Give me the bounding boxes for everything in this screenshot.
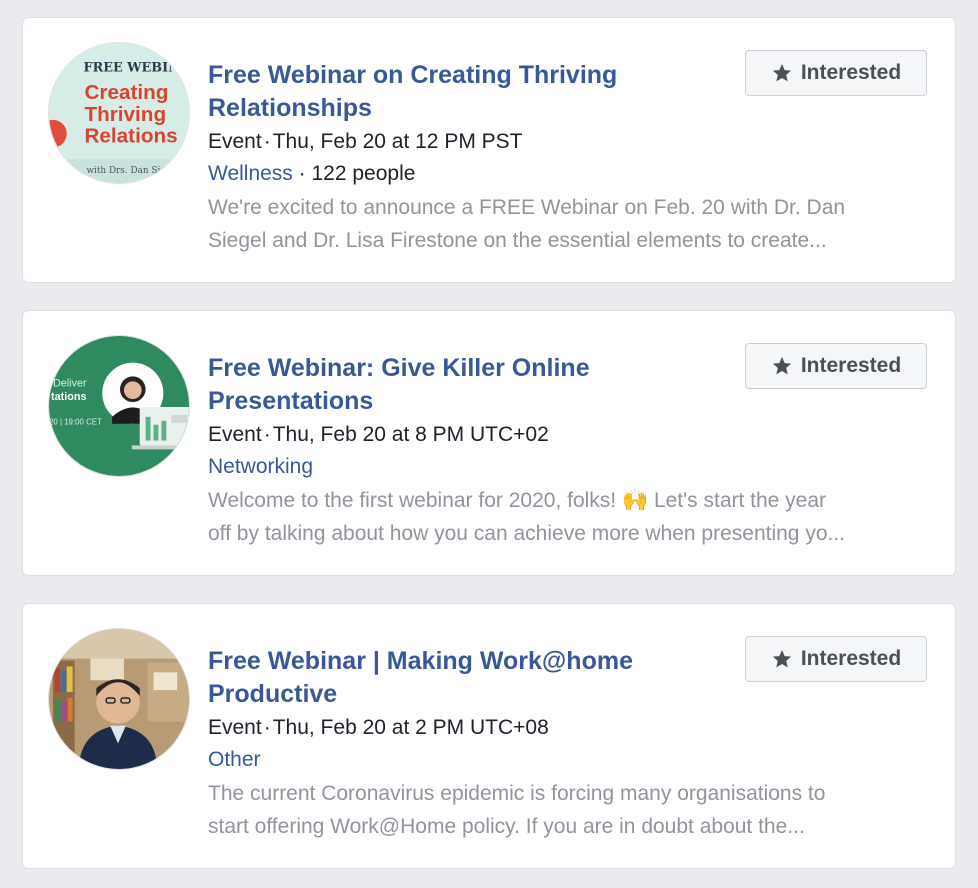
event-thumbnail[interactable]: FREE WEBINA Creating Thriving Relations … <box>48 42 190 184</box>
interested-button-label: Interested <box>800 354 902 377</box>
separator-dot: · <box>263 716 271 739</box>
event-title-link[interactable]: Free Webinar: Give Killer Online Present… <box>208 352 658 418</box>
event-date: Thu, Feb 20 at 8 PM UTC+02 <box>272 423 549 446</box>
interested-button-label: Interested <box>800 61 902 84</box>
event-category-link[interactable]: Networking <box>208 455 313 478</box>
thumb-footer-text: with Drs. Dan Siegel <box>86 166 179 176</box>
thumb-header-text: FREE WEBINA <box>84 61 189 76</box>
event-thumbnail-image: Deliver tations 20 | 19:00 CET <box>49 336 189 476</box>
event-card: Deliver tations 20 | 19:00 CET Free Webi… <box>22 310 956 576</box>
star-icon <box>772 64 791 82</box>
separator-dot: · <box>263 130 271 153</box>
event-meta: Event·Thu, Feb 20 at 8 PM UTC+02 <box>208 419 928 451</box>
event-meta: Event·Thu, Feb 20 at 12 PM PST <box>208 126 928 158</box>
event-title-link[interactable]: Free Webinar | Making Work@home Producti… <box>208 645 658 711</box>
separator-dot: · <box>263 423 271 446</box>
star-icon <box>772 357 791 375</box>
event-list: FREE WEBINA Creating Thriving Relations … <box>0 0 978 888</box>
event-thumbnail[interactable]: Deliver tations 20 | 19:00 CET <box>48 335 190 477</box>
event-description-line: We're excited to announce a FREE Webinar… <box>208 196 846 219</box>
event-description: Welcome to the first webinar for 2020, f… <box>208 484 928 550</box>
event-date: Thu, Feb 20 at 2 PM UTC+08 <box>272 716 549 739</box>
event-date: Thu, Feb 20 at 12 PM PST <box>272 130 523 153</box>
event-meta: Event·Thu, Feb 20 at 2 PM UTC+08 <box>208 712 928 744</box>
event-thumbnail-image: FREE WEBINA Creating Thriving Relations … <box>49 43 189 183</box>
thumb-line3-text: Relations <box>84 125 177 148</box>
event-description-line: start offering Work@Home policy. If you … <box>208 815 805 838</box>
thumb-line2-text: Thriving <box>84 103 166 126</box>
event-description-line: off by talking about how you can achieve… <box>208 522 846 545</box>
interested-button[interactable]: Interested <box>745 343 927 389</box>
event-category-link[interactable]: Other <box>208 748 261 771</box>
thumb-line1-text: Creating <box>84 81 168 104</box>
separator-dot: · <box>298 162 306 185</box>
interested-button[interactable]: Interested <box>745 50 927 96</box>
event-card: Free Webinar | Making Work@home Producti… <box>22 603 956 869</box>
event-type: Event <box>208 423 262 446</box>
event-category-line: Other <box>208 744 928 776</box>
event-type: Event <box>208 716 262 739</box>
star-icon <box>772 650 791 668</box>
event-category-link[interactable]: Wellness <box>208 162 293 185</box>
event-thumbnail-image <box>49 629 189 769</box>
event-description: We're excited to announce a FREE Webinar… <box>208 191 928 257</box>
interested-button[interactable]: Interested <box>745 636 927 682</box>
event-title-link[interactable]: Free Webinar on Creating Thriving Relati… <box>208 59 658 125</box>
interested-button-label: Interested <box>800 647 902 670</box>
event-category-line: Networking <box>208 451 928 483</box>
event-attendee-count: 122 people <box>311 162 416 185</box>
event-thumbnail[interactable] <box>48 628 190 770</box>
event-description-line: Welcome to the first webinar for 2020, f… <box>208 489 827 512</box>
event-description-line: Siegel and Dr. Lisa Firestone on the ess… <box>208 229 827 252</box>
event-description-line: The current Coronavirus epidemic is forc… <box>208 782 826 805</box>
event-category-line: Wellness · 122 people <box>208 158 928 190</box>
thumb-line3-text: 20 | 19:00 CET <box>49 418 102 427</box>
thumb-line1-text: Deliver <box>53 377 87 389</box>
event-description: The current Coronavirus epidemic is forc… <box>208 777 928 843</box>
event-type: Event <box>208 130 262 153</box>
event-card: FREE WEBINA Creating Thriving Relations … <box>22 17 956 283</box>
thumb-line2-text: tations <box>51 391 87 403</box>
